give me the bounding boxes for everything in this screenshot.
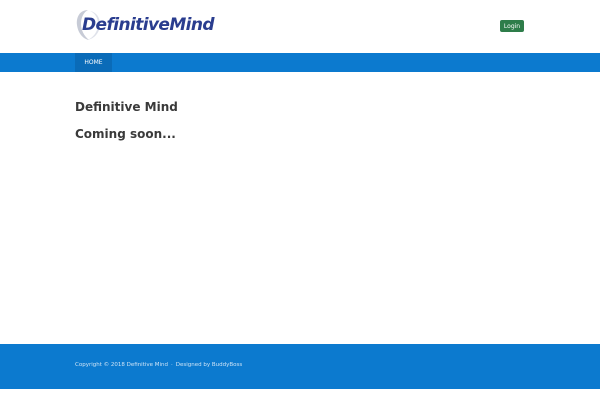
footer-separator: ·: [171, 362, 173, 368]
footer-text: Copyright © 2018 Definitive Mind · Desig…: [75, 362, 242, 368]
footer-credit-link[interactable]: Designed by BuddyBoss: [176, 362, 242, 368]
main-navigation: HOME: [0, 53, 600, 72]
coming-soon-text: Coming soon...: [75, 127, 176, 141]
footer-copyright: Copyright © 2018 Definitive Mind: [75, 362, 169, 368]
site-footer: Copyright © 2018 Definitive Mind · Desig…: [0, 344, 600, 389]
bottom-strip: [0, 389, 600, 400]
page-title: Definitive Mind: [75, 100, 178, 114]
logo-text: DefinitiveMind: [82, 15, 215, 35]
login-button[interactable]: Login: [500, 20, 524, 32]
site-header: DefinitiveMind Login: [0, 0, 600, 53]
main-content: Definitive Mind Coming soon...: [0, 72, 600, 344]
site-logo[interactable]: DefinitiveMind: [75, 8, 215, 42]
nav-item-home[interactable]: HOME: [75, 53, 112, 72]
